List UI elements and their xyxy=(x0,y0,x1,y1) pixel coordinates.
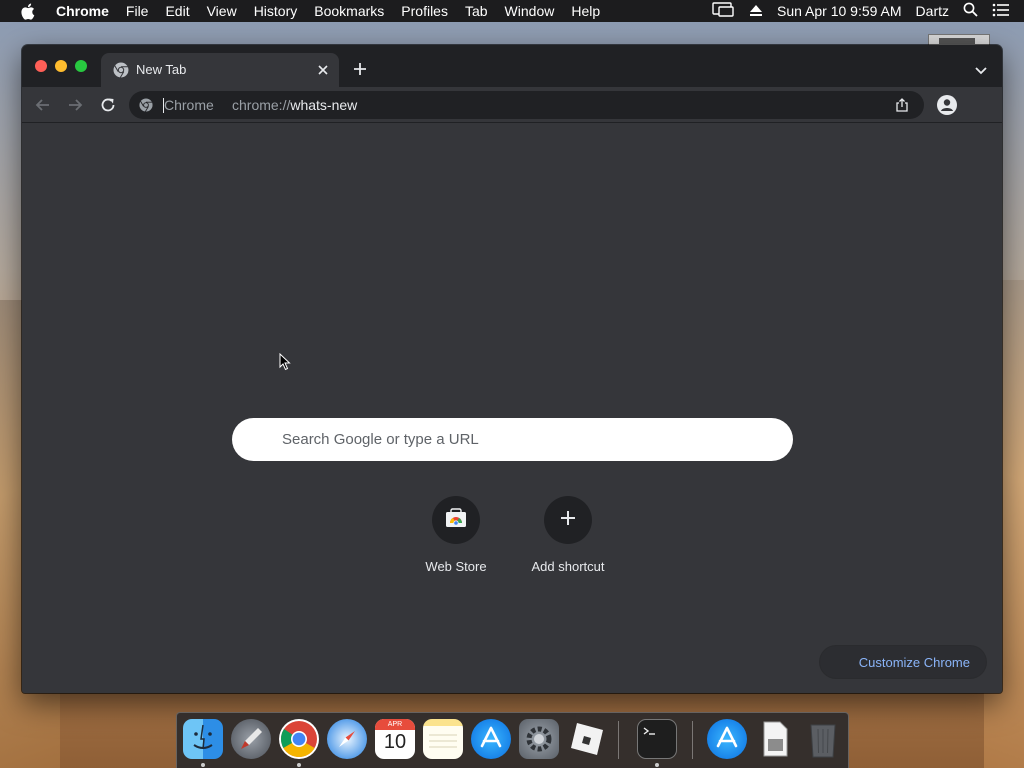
new-tab-button[interactable] xyxy=(352,61,368,77)
shortcut-web-store[interactable]: Web Store xyxy=(401,496,511,586)
dock-downloads-app-store-icon[interactable] xyxy=(707,719,747,759)
shortcut-web-store-label: Web Store xyxy=(425,559,487,574)
window-close-button[interactable] xyxy=(35,60,47,72)
share-icon[interactable] xyxy=(894,97,910,113)
new-tab-page: Web Store Add shortcut Customize Chrome xyxy=(22,124,1002,693)
dock-app-store-icon[interactable] xyxy=(471,719,511,759)
menu-history[interactable]: History xyxy=(254,3,298,19)
dock-system-preferences-icon[interactable] xyxy=(519,719,559,759)
shortcut-web-store-tile xyxy=(432,496,480,544)
apple-icon[interactable] xyxy=(20,2,38,20)
window-minimize-button[interactable] xyxy=(55,60,67,72)
menu-app-name[interactable]: Chrome xyxy=(56,3,109,19)
menubar-status-area: Sun Apr 10 9:59 AM Dartz xyxy=(711,0,1024,22)
omnibox-chip-label: Chrome xyxy=(164,97,214,113)
dock-safari-icon[interactable] xyxy=(327,719,367,759)
dock-calendar-icon[interactable]: APR 10 xyxy=(375,719,415,759)
dock-finder-running-dot xyxy=(201,763,205,767)
eject-icon[interactable] xyxy=(749,3,763,20)
calendar-month: APR xyxy=(375,719,415,730)
menu-tab[interactable]: Tab xyxy=(465,3,488,19)
shortcut-add-label: Add shortcut xyxy=(531,559,605,574)
back-button-icon[interactable] xyxy=(34,96,52,114)
omnibox-url[interactable]: chrome://whats-new xyxy=(232,97,357,113)
shortcut-add-tile xyxy=(544,496,592,544)
dock-launchpad-icon[interactable] xyxy=(231,719,271,759)
plus-icon xyxy=(560,510,576,531)
menu-window[interactable]: Window xyxy=(505,3,555,19)
mouse-pointer-icon xyxy=(279,352,291,371)
ntp-search-input[interactable] xyxy=(282,418,772,461)
window-maximize-button[interactable] xyxy=(75,60,87,72)
customize-chrome-label: Customize Chrome xyxy=(858,654,970,670)
reload-button-icon[interactable] xyxy=(99,96,117,114)
screen-mirroring-icon[interactable] xyxy=(711,1,735,21)
menu-view[interactable]: View xyxy=(207,3,237,19)
menu-bookmarks[interactable]: Bookmarks xyxy=(314,3,384,19)
dock-chrome-running-dot xyxy=(297,763,301,767)
toolbar: Chrome chrome://whats-new xyxy=(22,87,1002,123)
tab-title: New Tab xyxy=(136,62,187,77)
notification-center-icon[interactable] xyxy=(992,3,1010,20)
tab-search-chevron-icon[interactable] xyxy=(974,63,988,75)
chrome-page-icon xyxy=(139,98,153,112)
dock-documents-stack-icon[interactable] xyxy=(755,719,795,759)
forward-button-icon[interactable] xyxy=(66,96,84,114)
dock: APR 10 xyxy=(176,712,849,768)
shortcut-add[interactable]: Add shortcut xyxy=(513,496,623,586)
menubar-clock[interactable]: Sun Apr 10 9:59 AM xyxy=(777,3,902,19)
url-scheme: chrome:// xyxy=(232,97,291,113)
dock-finder-icon[interactable] xyxy=(183,719,223,759)
webstore-icon xyxy=(445,507,467,533)
dock-terminal-running-dot xyxy=(655,763,659,767)
chrome-favicon-icon xyxy=(113,62,129,78)
dock-terminal-icon[interactable] xyxy=(637,719,677,759)
menu-help[interactable]: Help xyxy=(571,3,600,19)
dock-chrome-icon[interactable] xyxy=(279,719,319,759)
menu-profiles[interactable]: Profiles xyxy=(401,3,448,19)
dock-separator xyxy=(618,721,619,759)
dock-separator-2 xyxy=(692,721,693,759)
spotlight-search-icon[interactable] xyxy=(963,2,978,20)
customize-chrome-button[interactable]: Customize Chrome xyxy=(820,646,986,678)
menu-edit[interactable]: Edit xyxy=(165,3,189,19)
dock-trash-icon[interactable] xyxy=(803,719,843,759)
url-host: whats-new xyxy=(290,97,358,113)
desktop-file-glyph xyxy=(939,38,975,44)
chrome-window: New Tab Chrome chrome://whats-new Search… xyxy=(22,45,1002,693)
ntp-search-box[interactable] xyxy=(232,418,793,461)
profile-avatar-icon[interactable] xyxy=(937,95,957,115)
tab-close-icon[interactable] xyxy=(315,62,331,78)
calendar-day: 10 xyxy=(383,731,407,753)
dock-roblox-icon[interactable] xyxy=(567,719,607,759)
tab-strip: New Tab xyxy=(22,45,1002,87)
dock-notes-icon[interactable] xyxy=(423,719,463,759)
menubar-user[interactable]: Dartz xyxy=(916,3,949,19)
menu-file[interactable]: File xyxy=(126,3,149,19)
menubar: Chrome File Edit View History Bookmarks … xyxy=(0,0,1024,22)
omnibox[interactable]: Chrome chrome://whats-new xyxy=(129,91,924,119)
tab-new-tab[interactable]: New Tab xyxy=(101,53,339,87)
